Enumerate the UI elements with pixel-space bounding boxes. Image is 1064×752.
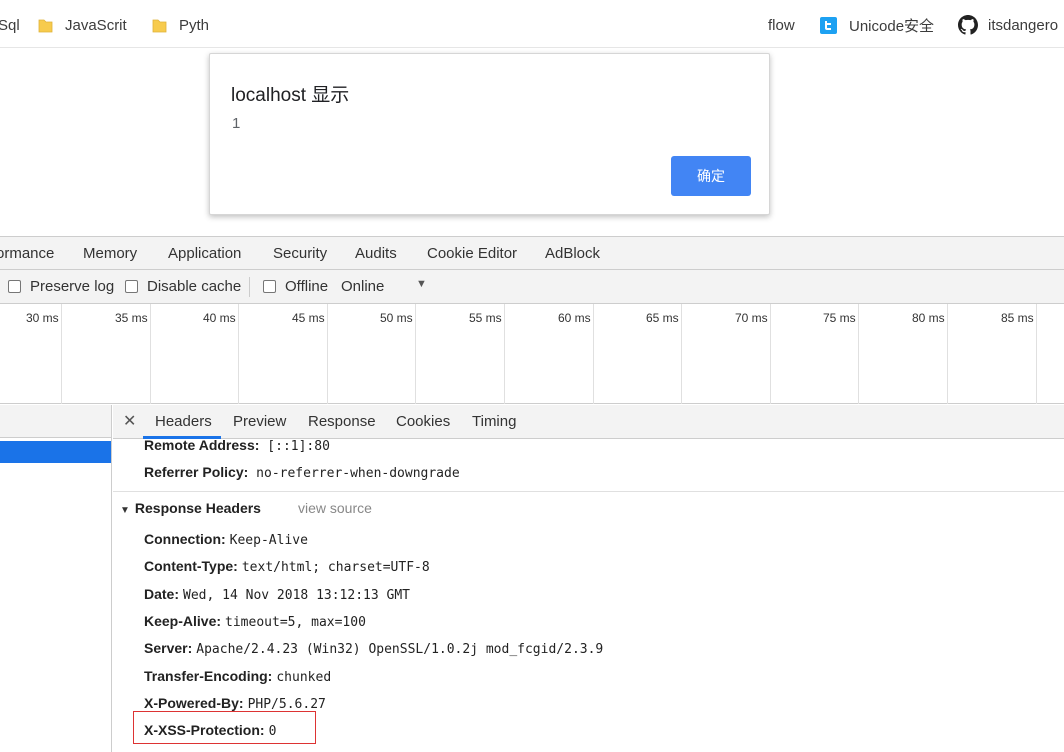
checkbox-box[interactable] — [263, 280, 276, 293]
header-row: Referrer Policy: no-referrer-when-downgr… — [144, 464, 460, 481]
bookmark-flow[interactable]: flow — [768, 14, 795, 36]
header-value: Wed, 14 Nov 2018 13:12:13 GMT — [183, 587, 410, 603]
bookmark-label: itsdangero — [988, 16, 1059, 34]
tab-headers[interactable]: Headers — [155, 413, 212, 430]
bookmark-unicode[interactable]: Unicode安全 — [820, 14, 934, 36]
selected-request-row[interactable] — [0, 441, 111, 463]
header-key: Date: — [144, 585, 180, 602]
page-viewport: localhost 显示 1 确定 — [0, 48, 1064, 236]
tab-memory[interactable]: Memory — [83, 245, 137, 262]
header-value: Keep-Alive — [229, 533, 308, 548]
folder-icon — [152, 19, 167, 32]
header-key: X-Powered-By: — [144, 694, 244, 711]
tab-security[interactable]: Security — [273, 245, 327, 262]
checkbox-label: Offline — [285, 278, 329, 295]
dialog-title: localhost 显示 — [231, 85, 350, 106]
request-list-header — [0, 405, 111, 438]
timeline-gridline — [0, 304, 1037, 404]
ok-button[interactable]: 确定 — [671, 156, 751, 196]
header-value: timeout=5, max=100 — [225, 614, 366, 630]
checkbox-label: Preserve log — [30, 278, 115, 295]
header-row: Remote Address: [::1]:80 — [144, 437, 330, 454]
bookmark-python[interactable]: Pyth — [152, 14, 209, 36]
tab-response[interactable]: Response — [308, 413, 376, 430]
response-header-row: Keep-Alive: timeout=5, max=100 — [144, 613, 366, 630]
bookmark-label: Unicode安全 — [849, 17, 935, 35]
devtools-tabbar: ormance Memory Application Security Audi… — [0, 236, 1064, 270]
bookmark-label: Pyth — [179, 16, 210, 34]
tab-cookie-editor[interactable]: Cookie Editor — [427, 245, 517, 262]
tab-application[interactable]: Application — [168, 245, 241, 262]
header-key: Content-Type: — [144, 558, 238, 575]
view-source-link[interactable]: view source — [298, 500, 372, 516]
header-value: [::1]:80 — [267, 439, 330, 454]
response-header-row: X-Powered-By: PHP/5.6.27 — [144, 695, 326, 712]
preserve-log-checkbox[interactable]: Preserve log — [8, 278, 114, 295]
network-toolbar: Preserve log Disable cache Offline Onlin… — [0, 270, 1064, 304]
response-header-row: Date: Wed, 14 Nov 2018 13:12:13 GMT — [144, 586, 410, 603]
header-key: Keep-Alive: — [144, 612, 222, 629]
detail-tabbar: ✕ Headers Preview Response Cookies Timin… — [113, 405, 1064, 439]
network-timeline: 30 ms 35 ms 40 ms 45 ms 50 ms 55 ms 60 ms 65 ms… — [0, 304, 1064, 404]
bookmarks-bar: Sql JavaScrit Pyth flow Unicode安全 itsdan… — [0, 0, 1064, 48]
disable-cache-checkbox[interactable]: Disable cache — [125, 278, 241, 295]
header-value: text/html; charset=UTF-8 — [241, 560, 430, 576]
tab-cookies[interactable]: Cookies — [396, 413, 450, 430]
checkbox-box[interactable] — [8, 280, 21, 293]
twitter-icon — [820, 16, 837, 34]
section-divider — [113, 491, 1064, 492]
close-icon[interactable]: ✕ — [123, 411, 136, 431]
highlight-annotation-box — [133, 711, 316, 744]
alert-dialog: localhost 显示 1 确定 — [209, 53, 770, 215]
header-key: Connection: — [144, 531, 226, 547]
tab-performance[interactable]: ormance — [0, 245, 54, 262]
request-detail-pane: ✕ Headers Preview Response Cookies Timin… — [113, 405, 1064, 752]
response-header-row: Server: Apache/2.4.23 (Win32) OpenSSL/1.0… — [144, 640, 603, 657]
header-key: Server: — [144, 640, 193, 657]
checkbox-box[interactable] — [125, 280, 138, 293]
bookmark-javascript[interactable]: JavaScrit — [38, 14, 127, 36]
header-value: PHP/5.6.27 — [247, 696, 326, 712]
offline-checkbox[interactable]: Offline — [263, 278, 328, 295]
request-list — [0, 405, 112, 752]
throttling-select[interactable]: Online — [341, 278, 384, 295]
triangle-down-icon: ▼ — [120, 505, 130, 516]
response-header-row: Content-Type: text/html; charset=UTF-8 — [144, 558, 430, 575]
response-header-row: Transfer-Encoding: chunked — [144, 668, 331, 685]
checkbox-label: Disable cache — [147, 278, 242, 295]
bookmark-sql[interactable]: Sql — [0, 14, 20, 36]
tab-adblock[interactable]: AdBlock — [545, 245, 600, 262]
response-header-row: Connection: Keep-Alive — [144, 531, 308, 548]
chevron-down-icon[interactable]: ▼ — [416, 278, 427, 290]
header-key: Referrer Policy: — [144, 464, 249, 480]
header-key: Transfer-Encoding: — [144, 667, 273, 684]
header-value: no-referrer-when-downgrade — [256, 466, 460, 481]
header-value: chunked — [276, 669, 332, 685]
section-title: Response Headers — [134, 500, 261, 516]
timeline-tick-label: 85 ms — [1001, 311, 1034, 325]
folder-icon — [38, 19, 53, 32]
response-headers-toggle[interactable]: ▼ Response Headers — [120, 500, 261, 516]
bookmark-itsdangerous[interactable]: itsdangero — [958, 14, 1058, 36]
toolbar-divider — [249, 277, 250, 297]
tab-preview[interactable]: Preview — [233, 413, 286, 430]
dialog-message: 1 — [232, 115, 241, 132]
tab-timing[interactable]: Timing — [472, 413, 516, 430]
bookmark-label: JavaScrit — [65, 16, 127, 34]
header-key: Remote Address: — [144, 437, 260, 453]
bookmark-label: flow — [768, 16, 795, 34]
header-value: Apache/2.4.23 (Win32) OpenSSL/1.0.2j mod… — [196, 642, 604, 658]
github-icon — [958, 15, 978, 35]
bookmark-label: Sql — [0, 16, 20, 34]
tab-audits[interactable]: Audits — [355, 245, 397, 262]
